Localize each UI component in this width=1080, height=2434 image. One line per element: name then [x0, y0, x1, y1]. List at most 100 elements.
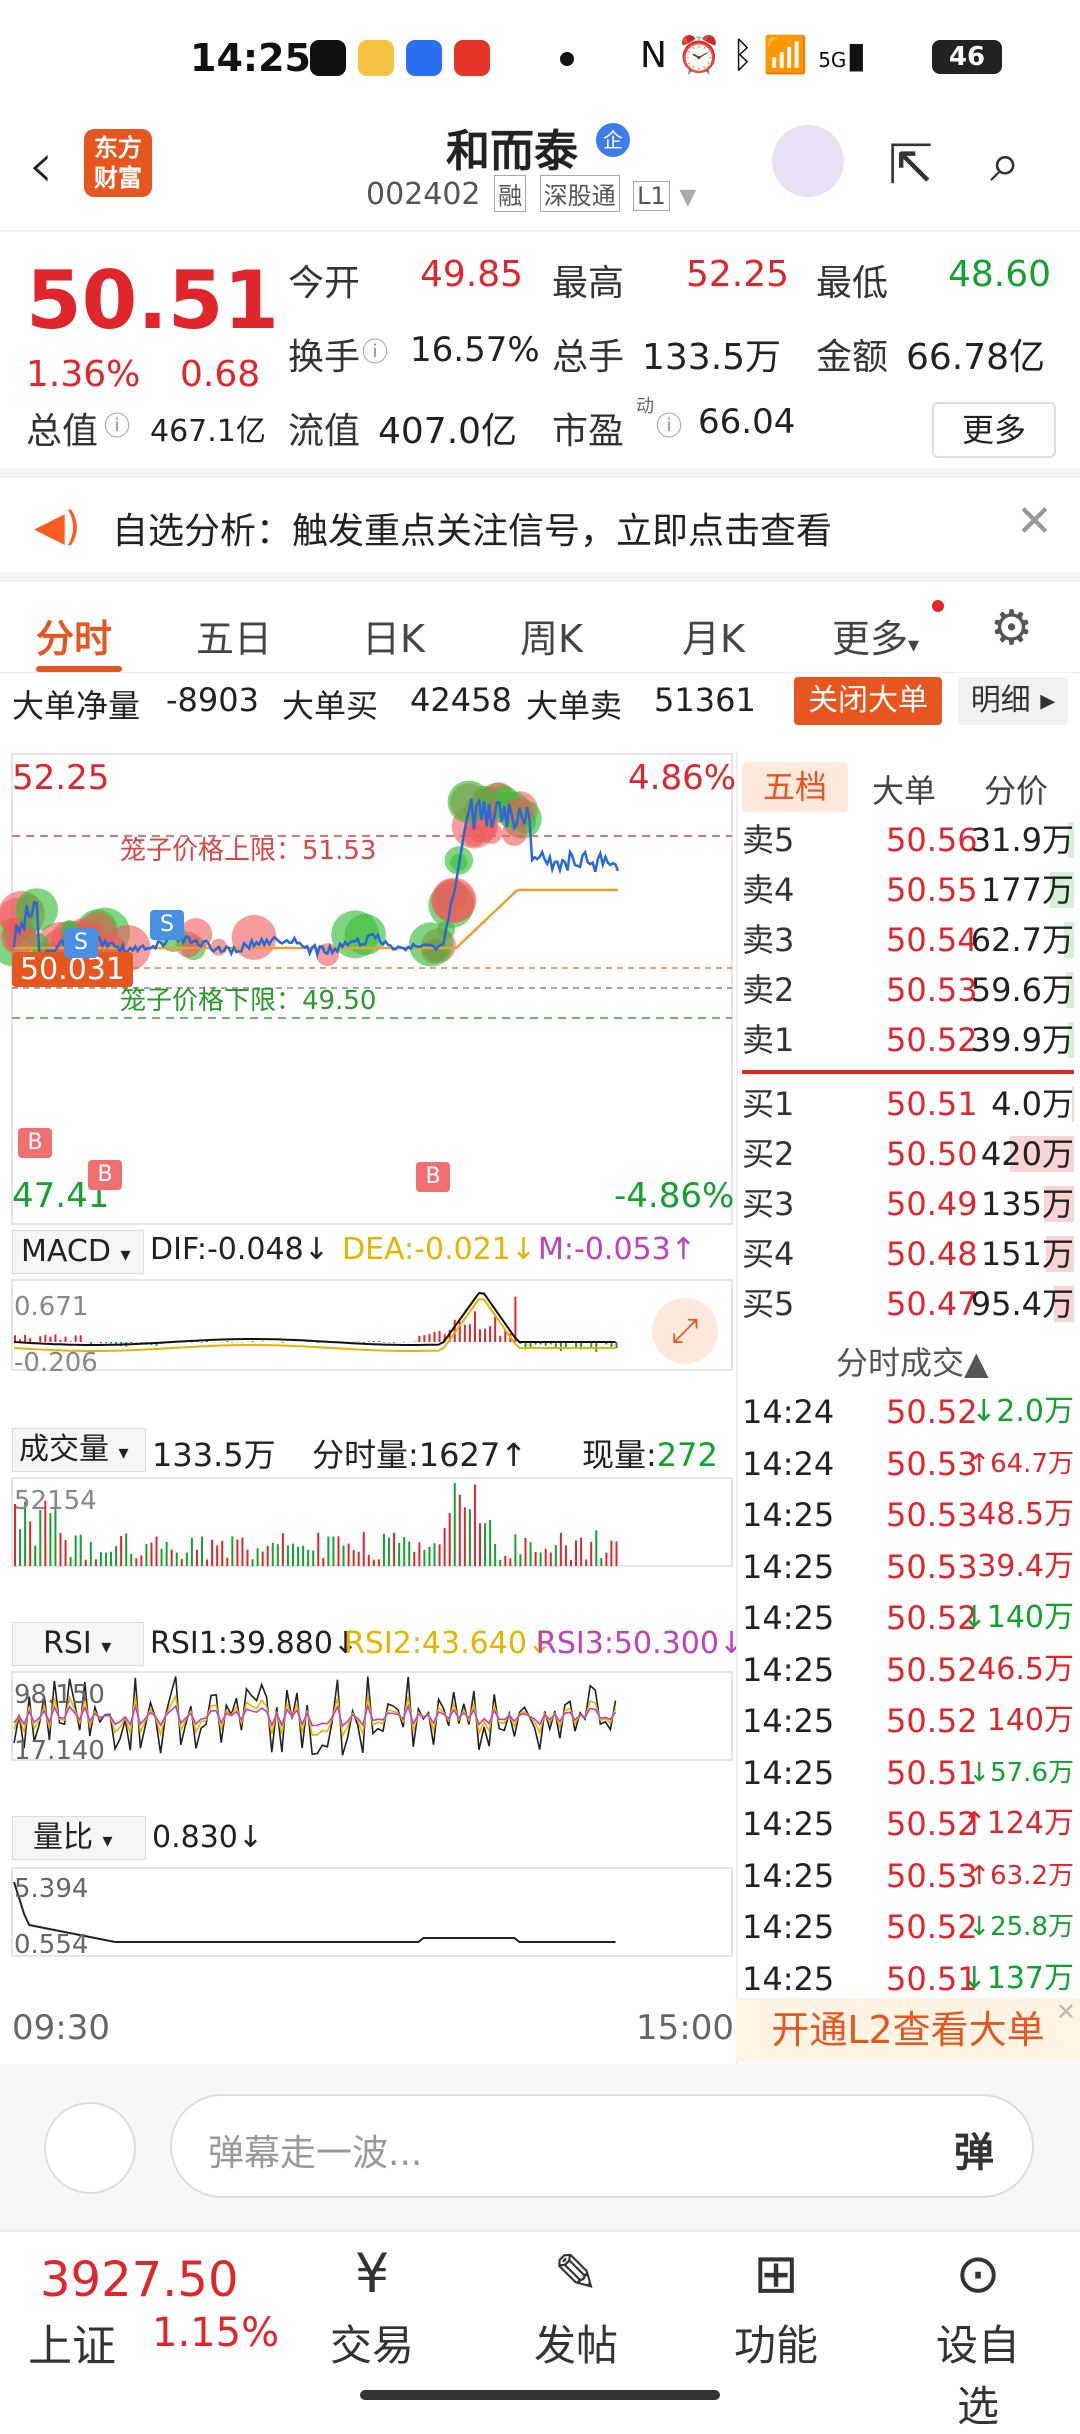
volume-bar — [565, 1545, 567, 1566]
high-label: 最高 — [552, 254, 624, 306]
big-sell-label: 大单卖 — [526, 681, 622, 727]
volume-ratio-line — [14, 1882, 616, 1942]
macd-bar — [383, 1342, 385, 1343]
open-value: 49.85 — [420, 254, 523, 295]
analysis-notice[interactable]: ◀) 自选分析：触发重点关注信号，立即点击查看 ✕ — [0, 468, 1080, 572]
tab-daily-k[interactable]: 日K — [362, 608, 425, 663]
volume-bar — [423, 1550, 425, 1566]
tab-monthly-k[interactable]: 月K — [682, 608, 745, 663]
volume-bar — [444, 1528, 446, 1566]
chevron-down-icon: ▾ — [120, 1242, 130, 1266]
status-system-icons: N⏰ᛒ📶5G▮ — [640, 34, 876, 76]
danmu-toggle-button[interactable]: 弹 — [954, 2120, 994, 2178]
volume-bar — [120, 1536, 122, 1566]
volume-bar — [494, 1544, 496, 1566]
macd-bar — [434, 1332, 436, 1342]
tab-price-dist[interactable]: 分价 — [984, 766, 1048, 812]
big-order-row: 大单净量 -8903 大单买 42458 大单卖 51361 关闭大单 明细 ▸ — [0, 672, 1080, 728]
danmu-settings-icon[interactable] — [44, 2102, 136, 2194]
tick-time: 14:24 — [742, 1440, 834, 1488]
info-icon[interactable]: ⓘ — [362, 332, 388, 369]
macd-bar — [49, 1337, 51, 1342]
share-icon[interactable]: ⇱ — [888, 133, 933, 196]
volume-selector[interactable]: 成交量 ▾ — [12, 1428, 146, 1472]
index-percent[interactable]: 1.15% — [152, 2310, 279, 2356]
close-icon[interactable]: ✕ — [1056, 1980, 1076, 2044]
info-icon[interactable]: ⓘ — [104, 406, 130, 443]
volume-bar — [479, 1523, 481, 1566]
volume-bar — [403, 1537, 405, 1566]
chart-bottom-pct: -4.86% — [614, 1176, 734, 1216]
volume-bar — [247, 1550, 249, 1566]
high-value: 52.25 — [686, 254, 789, 295]
pe-dynamic-tag: 动 — [636, 392, 654, 418]
buy-marker-icon[interactable]: B — [88, 1160, 122, 1190]
danmu-placeholder: 弹幕走一波... — [208, 2124, 422, 2176]
close-icon[interactable]: ✕ — [1016, 496, 1053, 547]
index-name[interactable]: 上证 — [28, 2310, 116, 2374]
tick-row: 14:2550.5246.5万 — [742, 1646, 1074, 1694]
nav-add-watch[interactable]: ⊙设自选 — [918, 2242, 1038, 2434]
volume-fen: 分时量:1627↑ — [312, 1430, 527, 1476]
assistant-avatar-icon[interactable] — [772, 125, 844, 197]
macd-selector[interactable]: MACD ▾ — [12, 1230, 144, 1274]
sell-row: 卖550.5631.9万 — [742, 818, 1074, 862]
tab-weekly-k[interactable]: 周K — [520, 608, 583, 663]
volume-bar — [282, 1533, 284, 1566]
expand-icon[interactable]: ⤢ — [652, 1298, 718, 1364]
buy-volume: 420万 — [981, 1132, 1074, 1176]
nav-post[interactable]: ✎发帖 — [516, 2242, 636, 2373]
tab-more[interactable]: 更多▾ — [832, 608, 919, 663]
close-big-order-button[interactable]: 关闭大单 — [794, 677, 942, 725]
change-percent: 1.36% — [26, 354, 140, 395]
volume-bar — [545, 1549, 547, 1566]
macd-bar — [423, 1335, 425, 1342]
tick-time: 14:25 — [742, 1749, 834, 1797]
gear-icon[interactable]: ⚙ — [990, 600, 1033, 656]
nav-functions[interactable]: ⊞功能 — [716, 2242, 836, 2373]
tab-five-day[interactable]: 五日 — [196, 608, 272, 663]
volume-bar — [125, 1533, 127, 1566]
sell-marker-icon[interactable]: S — [150, 910, 184, 940]
volume-bar — [605, 1553, 607, 1566]
info-icon[interactable]: ⓘ — [656, 406, 682, 443]
index-value[interactable]: 3927.50 — [40, 2252, 239, 2308]
intraday-chart-area[interactable]: 52.25 4.86% 笼子价格上限：51.53 笼子价格下限：49.50 50… — [0, 752, 734, 2064]
sell-level: 卖2 — [742, 968, 794, 1012]
low-label: 最低 — [816, 254, 888, 306]
ticks-title[interactable]: 分时成交▲ — [836, 1338, 989, 1384]
macd-bar — [560, 1342, 562, 1351]
big-buy-label: 大单买 — [282, 681, 378, 727]
detail-button[interactable]: 明细 ▸ — [958, 677, 1068, 725]
volume-bar — [100, 1552, 102, 1566]
volume-bar — [474, 1484, 476, 1566]
home-indicator — [360, 2390, 720, 2400]
more-button[interactable]: 更多 — [932, 402, 1056, 458]
tab-five-levels[interactable]: 五档 — [742, 762, 848, 812]
trade-bubble — [433, 880, 475, 922]
tick-time: 14:25 — [742, 1955, 834, 2003]
open-label: 今开 — [288, 254, 360, 306]
tab-intraday[interactable]: 分时 — [36, 608, 112, 663]
status-time: 14:25 — [190, 36, 311, 80]
nav-post-label: 发帖 — [516, 2312, 636, 2373]
volume-ratio-selector[interactable]: 量比 ▾ — [12, 1816, 146, 1860]
float-value: 407.0亿 — [378, 402, 517, 454]
sell-level: 卖5 — [742, 818, 794, 862]
chevron-down-icon[interactable]: ▼ — [679, 185, 696, 210]
volume-bar — [348, 1544, 350, 1566]
tick-price: 50.51 — [886, 1749, 978, 1797]
sell-marker-icon[interactable]: S — [64, 928, 98, 958]
buy-marker-icon[interactable]: B — [18, 1128, 52, 1158]
back-icon[interactable]: ‹ — [28, 129, 54, 203]
search-icon[interactable]: ⌕ — [990, 131, 1020, 195]
l2-upgrade-banner[interactable]: 开通L2查看大单✕ — [736, 1998, 1080, 2062]
notice-text[interactable]: 自选分析：触发重点关注信号，立即点击查看 — [112, 502, 832, 554]
tab-big-orders[interactable]: 大单 — [872, 766, 936, 812]
nav-trade[interactable]: ¥交易 — [312, 2242, 432, 2373]
tick-price: 50.53 — [886, 1543, 978, 1591]
rsi-selector[interactable]: RSI ▾ — [12, 1622, 144, 1666]
margin-tag: 融 — [494, 175, 526, 212]
sell-price: 50.56 — [886, 818, 978, 862]
buy-marker-icon[interactable]: B — [416, 1162, 450, 1192]
